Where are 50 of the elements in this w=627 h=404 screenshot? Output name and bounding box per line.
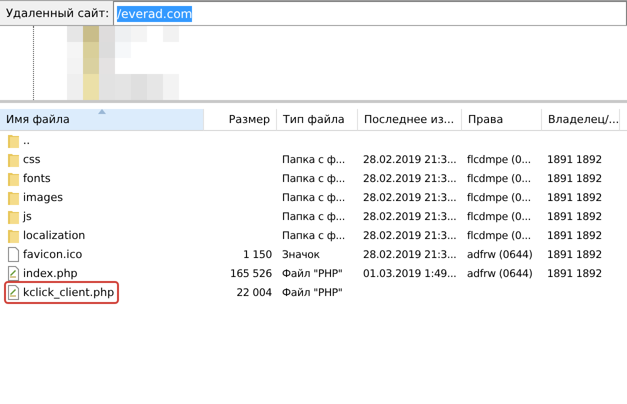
- table-cell-text: 28.02.2019 21:3...: [362, 210, 458, 224]
- table-cell-text: 1891 1892: [546, 248, 603, 262]
- table-cell-text: 1891 1892: [546, 210, 603, 224]
- table-cell-text: 01.03.2019 1:49...: [362, 266, 458, 282]
- column-header[interactable]: Владелец/...: [542, 109, 620, 131]
- column-header[interactable]: Размер: [204, 109, 277, 131]
- highlighted-file-name[interactable]: kclick_client.php: [4, 281, 120, 304]
- folder-icon: [8, 133, 19, 148]
- column-header[interactable]: Имя файла: [0, 109, 204, 131]
- folder-icon: [8, 228, 19, 243]
- table-cell-text: adfrw (0644): [466, 248, 534, 262]
- table-cell-text: 1 150: [242, 248, 273, 262]
- column-header[interactable]: Последнее из...: [358, 109, 462, 131]
- table-cell-text: 1891 1892: [546, 152, 603, 168]
- table-cell-text: Папка с ф...: [281, 152, 346, 168]
- table-cell-text: flcdmpe (0...: [466, 172, 532, 186]
- table-cell-text: Папка с ф...: [281, 172, 346, 186]
- table-cell-text: Файл "PHP": [281, 266, 344, 282]
- script-file-icon: [8, 266, 19, 281]
- file-icon: [8, 247, 19, 262]
- table-cell-text: adfrw (0644): [466, 266, 534, 282]
- table-cell-text: Значок: [281, 248, 321, 262]
- table-cell-text: 1891 1892: [546, 266, 603, 282]
- table-cell-text: 1891 1892: [546, 190, 603, 206]
- column-header[interactable]: Тип файла: [277, 109, 358, 131]
- table-cell-text: flcdmpe (0...: [466, 228, 532, 244]
- script-file-icon: [8, 285, 19, 300]
- table-cell-text: 28.02.2019 21:3...: [362, 228, 458, 244]
- remote-site-label: Удаленный сайт:: [5, 5, 110, 22]
- table-cell-text: 28.02.2019 21:3...: [362, 190, 458, 206]
- table-cell-text: flcdmpe (0...: [466, 152, 532, 168]
- folder-icon: [8, 171, 19, 186]
- table-cell-text: flcdmpe (0...: [466, 210, 532, 224]
- column-header[interactable]: Права: [462, 109, 542, 131]
- table-cell-text: 28.02.2019 21:3...: [362, 248, 458, 262]
- folder-icon: [8, 152, 19, 167]
- table-cell-text: 1891 1892: [546, 172, 603, 186]
- table-cell-text: Папка с ф...: [281, 210, 346, 224]
- table-cell-text: 165 526: [228, 266, 273, 282]
- table-cell-text: flcdmpe (0...: [466, 190, 532, 206]
- table-cell-text: 22 004: [235, 286, 273, 300]
- sort-arrow-icon: [98, 109, 106, 114]
- table-cell-text: 1891 1892: [546, 228, 603, 244]
- folder-icon: [8, 190, 19, 205]
- table-cell-text: Папка с ф...: [281, 228, 346, 244]
- table-cell-text: Папка с ф...: [281, 190, 346, 206]
- table-cell-text: Файл "PHP": [281, 286, 344, 300]
- table-cell-text: 28.02.2019 21:3...: [362, 172, 458, 186]
- table-cell-text: 28.02.2019 21:3...: [362, 152, 458, 168]
- folder-icon: [8, 209, 19, 224]
